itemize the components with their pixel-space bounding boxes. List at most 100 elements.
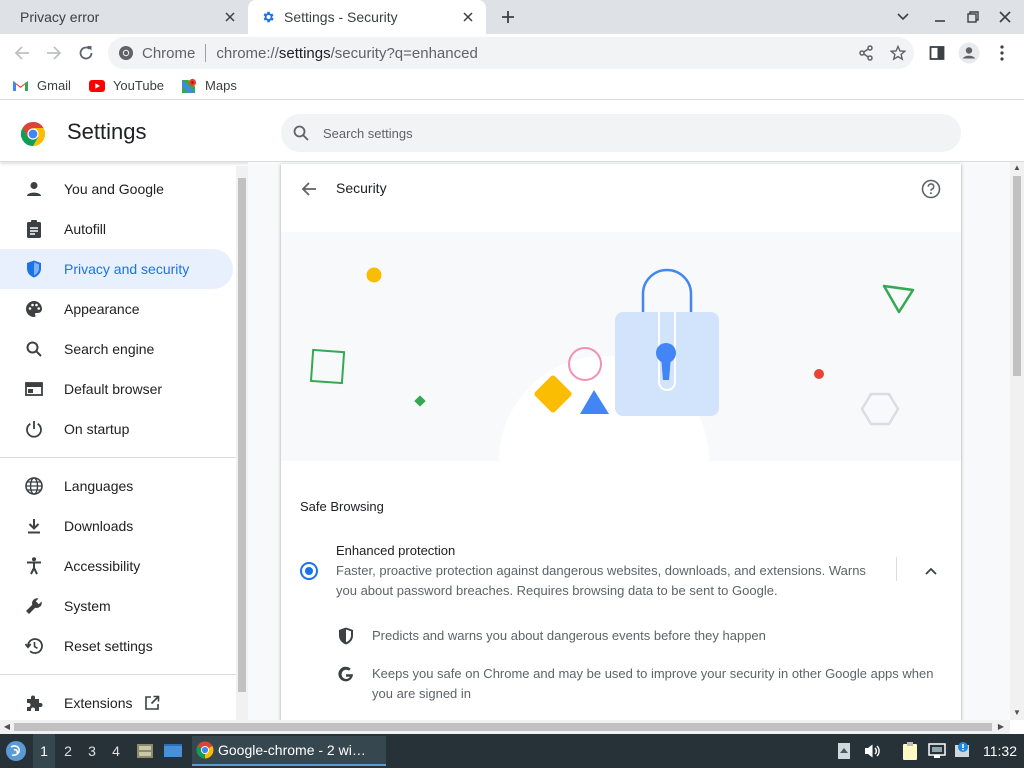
- sidebar-item-label: You and Google: [64, 181, 164, 197]
- shield-icon: [24, 259, 44, 279]
- sidebar-item-search-engine[interactable]: Search engine: [0, 329, 233, 369]
- notification-icon[interactable]: [952, 734, 972, 768]
- security-illustration: [281, 232, 961, 461]
- taskbar: 1 2 3 4 Google-chrome - 2 wi… 11:32: [0, 734, 1024, 768]
- sidebar-item-label: System: [64, 598, 111, 614]
- sidebar-item-accessibility[interactable]: Accessibility: [0, 546, 233, 586]
- workspace-1[interactable]: 1: [33, 734, 55, 768]
- clipboard-tray-icon[interactable]: [898, 734, 922, 768]
- start-menu-icon[interactable]: [2, 734, 30, 768]
- search-icon: [24, 339, 44, 359]
- scrollbar-thumb[interactable]: [14, 723, 992, 731]
- puzzle-icon: [24, 693, 44, 713]
- new-tab-button[interactable]: [496, 5, 520, 29]
- scrollbar-thumb[interactable]: [238, 178, 246, 692]
- bookmark-label: Maps: [205, 78, 237, 93]
- scroll-left-arrow-icon[interactable]: ◀: [2, 722, 12, 732]
- settings-search[interactable]: [281, 114, 961, 152]
- sidebar-item-default-browser[interactable]: Default browser: [0, 369, 233, 409]
- scrollbar-thumb[interactable]: [1013, 176, 1021, 376]
- side-panel-icon[interactable]: [923, 39, 951, 67]
- gmail-icon: [13, 81, 28, 91]
- chrome-logo-icon: [20, 121, 46, 152]
- workspace-4[interactable]: 4: [105, 734, 127, 768]
- restore-icon[interactable]: [961, 5, 985, 29]
- workspace-3[interactable]: 3: [81, 734, 103, 768]
- chevron-down-icon[interactable]: [891, 5, 915, 29]
- sidebar-item-label: Downloads: [64, 518, 134, 534]
- sidebar-item-on-startup[interactable]: On startup: [0, 409, 233, 449]
- enhanced-protection-radio[interactable]: [300, 562, 318, 580]
- sidebar-item-reset-settings[interactable]: Reset settings: [0, 626, 233, 666]
- share-icon[interactable]: [852, 39, 880, 67]
- url-text: chrome://settings/security?q=enhanced: [216, 45, 477, 62]
- back-arrow-icon[interactable]: [8, 39, 36, 67]
- file-manager-icon[interactable]: [133, 734, 157, 768]
- sidebar-item-label: Appearance: [64, 301, 140, 317]
- forward-arrow-icon[interactable]: [40, 39, 68, 67]
- tab-strip: Privacy error Settings - Security: [0, 0, 1024, 34]
- sidebar-item-autofill[interactable]: Autofill: [0, 209, 233, 249]
- sidebar-item-extensions[interactable]: Extensions: [0, 683, 233, 723]
- minimize-icon[interactable]: [928, 5, 952, 29]
- url-host: settings: [278, 44, 331, 62]
- sidebar-item-system[interactable]: System: [0, 586, 233, 626]
- profile-avatar-icon[interactable]: [955, 39, 983, 67]
- sidebar-item-you-and-google[interactable]: You and Google: [0, 169, 233, 209]
- scroll-down-arrow-icon[interactable]: ▼: [1012, 708, 1022, 718]
- network-icon[interactable]: [926, 734, 948, 768]
- feature-text: Predicts and warns you about dangerous e…: [372, 628, 766, 643]
- tab-settings-security[interactable]: Settings - Security: [248, 0, 486, 34]
- reload-icon[interactable]: [72, 39, 100, 67]
- workspace-2[interactable]: 2: [57, 734, 79, 768]
- chrome-logo-icon: [118, 45, 134, 61]
- sidebar-item-downloads[interactable]: Downloads: [0, 506, 233, 546]
- page-title: Settings: [67, 119, 147, 144]
- close-icon[interactable]: [456, 5, 480, 29]
- security-card: Security Safe Browsing Enhanced protecti…: [281, 164, 961, 720]
- bookmark-star-icon[interactable]: [884, 39, 912, 67]
- sidebar-item-appearance[interactable]: Appearance: [0, 289, 233, 329]
- bookmark-label: YouTube: [112, 78, 165, 93]
- back-arrow-icon[interactable]: [297, 177, 321, 201]
- chevron-up-icon[interactable]: [919, 559, 943, 583]
- tray-up-icon[interactable]: [834, 734, 854, 768]
- page-scrollbar[interactable]: ▲ ▼: [1010, 162, 1024, 720]
- google-g-icon: [336, 664, 356, 684]
- bookmark-gmail[interactable]: Gmail: [12, 78, 71, 93]
- bookmark-youtube[interactable]: YouTube: [88, 78, 165, 93]
- tab-title: Privacy error: [20, 9, 100, 25]
- browser-icon: [24, 379, 44, 399]
- tab-privacy-error[interactable]: Privacy error: [0, 0, 248, 34]
- taskbar-window-title: Google-chrome - 2 wi…: [218, 742, 366, 758]
- sidebar-item-label: Extensions: [64, 695, 133, 711]
- help-icon[interactable]: [919, 177, 943, 201]
- gear-icon: [260, 9, 276, 25]
- sidebar-item-languages[interactable]: Languages: [0, 466, 233, 506]
- sidebar-scrollbar[interactable]: [236, 166, 248, 720]
- sidebar-item-label: Languages: [64, 478, 134, 494]
- feature-item: Predicts and warns you about dangerous e…: [336, 626, 766, 646]
- more-menu-icon[interactable]: [988, 39, 1016, 67]
- bookmark-maps[interactable]: Maps: [182, 78, 237, 94]
- sidebar-item-label: Default browser: [64, 381, 163, 397]
- sidebar-item-label: Search engine: [64, 341, 155, 357]
- address-bar[interactable]: Chrome chrome://settings/security?q=enha…: [108, 37, 914, 69]
- search-input[interactable]: [323, 125, 923, 141]
- horizontal-scrollbar[interactable]: ◀ ▶: [0, 720, 1010, 734]
- open-in-new-icon: [144, 695, 160, 711]
- settings-sidebar: You and Google Autofill Privacy and secu…: [0, 168, 236, 720]
- volume-icon[interactable]: [862, 734, 884, 768]
- sidebar-item-label: Autofill: [64, 221, 107, 237]
- taskbar-window-chrome[interactable]: Google-chrome - 2 wi…: [192, 736, 386, 766]
- scroll-right-arrow-icon[interactable]: ▶: [996, 722, 1006, 732]
- scroll-up-arrow-icon[interactable]: ▲: [1012, 163, 1022, 173]
- url-path: /security?q=enhanced: [330, 44, 478, 62]
- feature-text: Keeps you safe on Chrome and may be used…: [372, 666, 934, 701]
- bookmarks-bar: Gmail YouTube Maps: [0, 72, 1024, 100]
- download-icon: [24, 516, 44, 536]
- desktop-icon[interactable]: [161, 734, 185, 768]
- sidebar-item-privacy-and-security[interactable]: Privacy and security: [0, 249, 233, 289]
- close-icon[interactable]: [218, 5, 242, 29]
- close-window-icon[interactable]: [993, 5, 1017, 29]
